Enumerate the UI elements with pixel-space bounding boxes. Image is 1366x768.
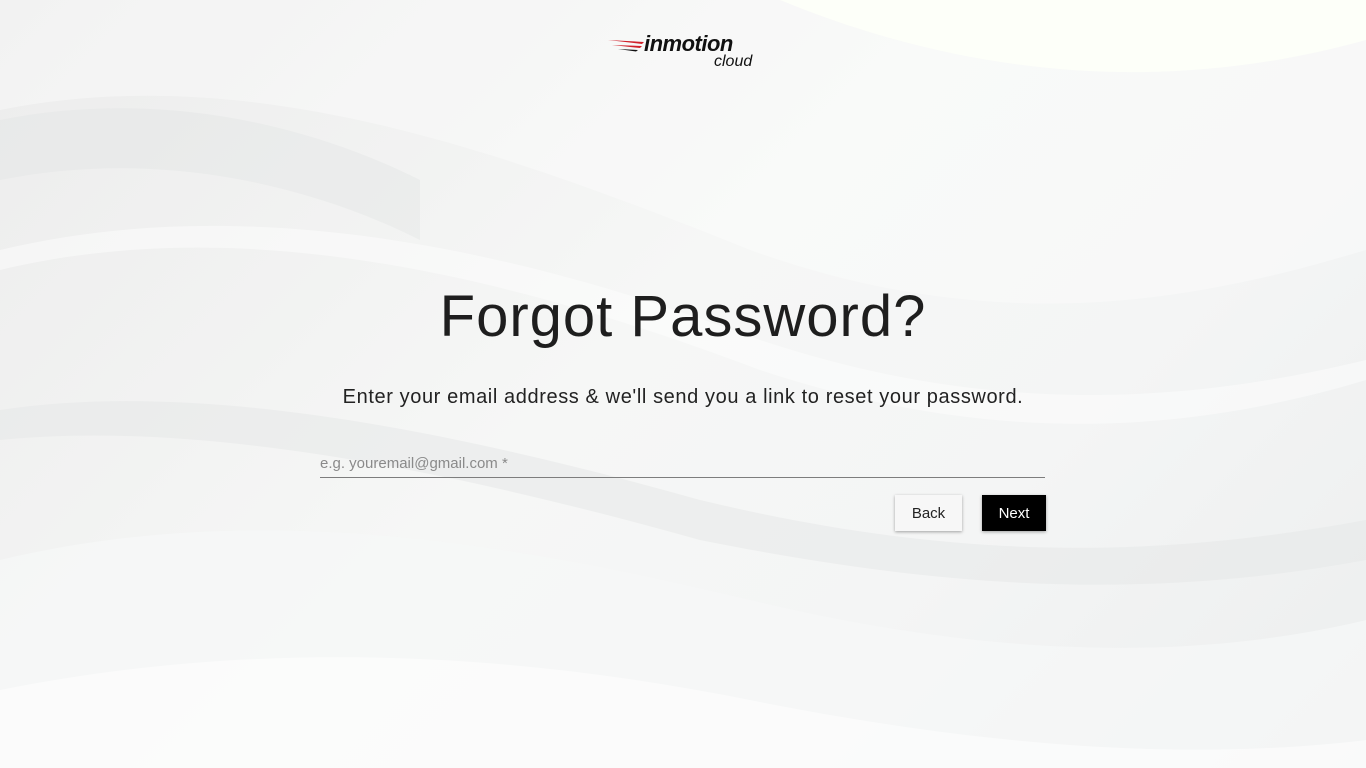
logo-swoosh-icon (608, 40, 644, 52)
page-subtitle: Enter your email address & we'll send yo… (342, 386, 1024, 408)
inmotion-cloud-logo[interactable]: inmotion cloud (608, 32, 763, 74)
page-title: Forgot Password? (439, 284, 927, 349)
email-input[interactable] (320, 449, 1045, 477)
next-button[interactable]: Next (982, 495, 1046, 531)
logo-subtitle: cloud (714, 53, 753, 70)
back-button[interactable]: Back (895, 495, 962, 531)
forgot-password-page: inmotion cloud Forgot Password? Enter yo… (0, 0, 1366, 768)
email-field-container (320, 449, 1045, 478)
